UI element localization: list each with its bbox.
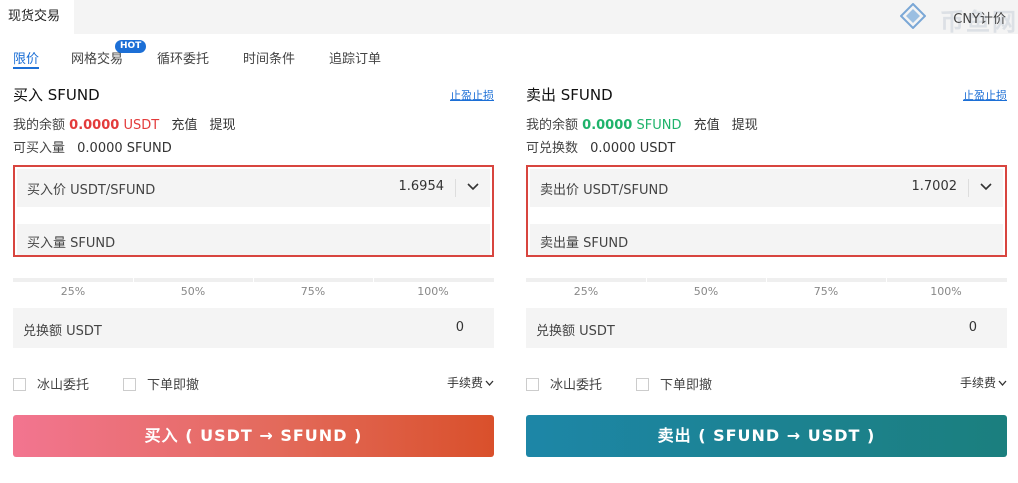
checkbox[interactable]	[636, 378, 649, 391]
buy-fee-dropdown[interactable]: 手续费	[447, 374, 494, 391]
divider	[968, 179, 969, 197]
percent-75[interactable]: 75%	[806, 285, 846, 298]
sell-input-group: 卖出价 USDT/SFUND 1.7002 卖出量 SFUND	[526, 165, 1007, 257]
slider-tick	[766, 278, 767, 282]
sell-balance-row: 我的余额 0.0000 SFUND 充值 提现	[526, 114, 758, 133]
available-label: 可兑换数	[526, 141, 579, 156]
ioc-label: 下单即撤	[147, 378, 200, 393]
buy-button[interactable]: 买入 ( USDT → SFUND )	[13, 415, 494, 457]
percent-100[interactable]: 100%	[413, 285, 453, 298]
balance-unit: USDT	[123, 118, 160, 133]
sell-stop-profit-loss-link[interactable]: 止盈止损	[963, 87, 1007, 103]
buy-quantity-field[interactable]: 买入量 SFUND	[17, 224, 490, 255]
chevron-down-icon	[998, 380, 1007, 386]
exchange-label: 兑换额 USDT	[23, 324, 102, 339]
chevron-down-icon	[485, 380, 494, 386]
top-bar: 现货交易 币鱼网 CNY计价	[0, 0, 1018, 36]
checkbox[interactable]	[123, 378, 136, 391]
percent-25[interactable]: 25%	[566, 285, 606, 298]
ioc-label: 下单即撤	[660, 378, 713, 393]
sell-ioc-checkbox[interactable]: 下单即撤	[636, 374, 712, 393]
buy-price-label: 买入价 USDT/SFUND	[27, 183, 156, 198]
buy-stop-profit-loss-link[interactable]: 止盈止损	[450, 87, 494, 103]
divider	[455, 179, 456, 197]
slider-tick	[253, 278, 254, 282]
buy-iceberg-checkbox[interactable]: 冰山委托	[13, 374, 89, 393]
withdraw-link[interactable]: 提现	[732, 118, 758, 133]
sell-panel: 卖出 SFUND 止盈止损 我的余额 0.0000 SFUND 充值 提现 可兑…	[526, 80, 1007, 470]
tab-grid[interactable]: 网格交易	[71, 48, 123, 67]
buy-input-group: 买入价 USDT/SFUND 1.6954 买入量 SFUND	[13, 165, 494, 257]
exchange-value: 0	[968, 320, 977, 335]
sell-price-value[interactable]: 1.7002	[912, 179, 958, 194]
percent-75[interactable]: 75%	[293, 285, 333, 298]
slider-tick	[133, 278, 134, 282]
balance-label: 我的余额	[526, 118, 579, 133]
balance-unit: SFUND	[636, 118, 682, 133]
buy-panel: 买入 SFUND 止盈止损 我的余额 0.0000 USDT 充值 提现 可买入…	[13, 80, 494, 470]
sell-iceberg-checkbox[interactable]: 冰山委托	[526, 374, 602, 393]
exchange-value: 0	[455, 320, 464, 335]
currency-toggle[interactable]: CNY计价	[953, 8, 1006, 27]
tab-spot-trading[interactable]: 现货交易	[0, 0, 74, 34]
percent-50[interactable]: 50%	[686, 285, 726, 298]
balance-value: 0.0000	[582, 118, 633, 133]
percent-50[interactable]: 50%	[173, 285, 213, 298]
fee-label: 手续费	[446, 376, 483, 390]
balance-label: 我的余额	[13, 118, 66, 133]
sell-button[interactable]: 卖出 ( SFUND → USDT )	[526, 415, 1007, 457]
slider-tick	[646, 278, 647, 282]
tab-loop[interactable]: 循环委托	[157, 48, 209, 67]
sell-quantity-label: 卖出量 SFUND	[540, 236, 629, 251]
tab-trailing[interactable]: 追踪订单	[329, 48, 381, 67]
sell-quantity-field[interactable]: 卖出量 SFUND	[530, 224, 1003, 255]
deposit-link[interactable]: 充值	[171, 118, 197, 133]
percent-25[interactable]: 25%	[53, 285, 93, 298]
chevron-down-icon[interactable]	[466, 182, 480, 192]
iceberg-label: 冰山委托	[550, 378, 603, 393]
checkbox[interactable]	[526, 378, 539, 391]
watermark-logo-icon	[900, 3, 926, 29]
slider-tick	[373, 278, 374, 282]
fee-label: 手续费	[959, 376, 996, 390]
sell-title: 卖出 SFUND	[526, 86, 613, 104]
buy-balance-row: 我的余额 0.0000 USDT 充值 提现	[13, 114, 236, 133]
sell-fee-dropdown[interactable]: 手续费	[960, 374, 1007, 391]
sell-price-field[interactable]: 卖出价 USDT/SFUND 1.7002	[530, 169, 1003, 207]
withdraw-link[interactable]: 提现	[209, 118, 235, 133]
sell-available-row: 可兑换数 0.0000 USDT	[526, 137, 676, 156]
iceberg-label: 冰山委托	[37, 378, 90, 393]
hot-badge: HOT	[115, 40, 147, 53]
sell-exchange-amount-field[interactable]: 兑换额 USDT 0	[526, 308, 1007, 348]
deposit-link[interactable]: 充值	[694, 118, 720, 133]
buy-ioc-checkbox[interactable]: 下单即撤	[123, 374, 199, 393]
exchange-label: 兑换额 USDT	[536, 324, 615, 339]
buy-available-row: 可买入量 0.0000 SFUND	[13, 137, 172, 156]
checkbox[interactable]	[13, 378, 26, 391]
available-value: 0.0000 SFUND	[77, 141, 172, 156]
buy-exchange-amount-field[interactable]: 兑换额 USDT 0	[13, 308, 494, 348]
buy-title: 买入 SFUND	[13, 86, 100, 104]
sell-price-label: 卖出价 USDT/SFUND	[540, 183, 669, 198]
tab-time-condition[interactable]: 时间条件	[243, 48, 295, 67]
buy-quantity-label: 买入量 SFUND	[27, 236, 116, 251]
buy-price-field[interactable]: 买入价 USDT/SFUND 1.6954	[17, 169, 490, 207]
percent-100[interactable]: 100%	[926, 285, 966, 298]
available-label: 可买入量	[13, 141, 66, 156]
chevron-down-icon[interactable]	[979, 182, 993, 192]
balance-value: 0.0000	[69, 118, 120, 133]
slider-tick	[886, 278, 887, 282]
buy-price-value[interactable]: 1.6954	[399, 179, 445, 194]
tab-limit[interactable]: 限价	[13, 48, 40, 69]
available-value: 0.0000 USDT	[590, 141, 676, 156]
